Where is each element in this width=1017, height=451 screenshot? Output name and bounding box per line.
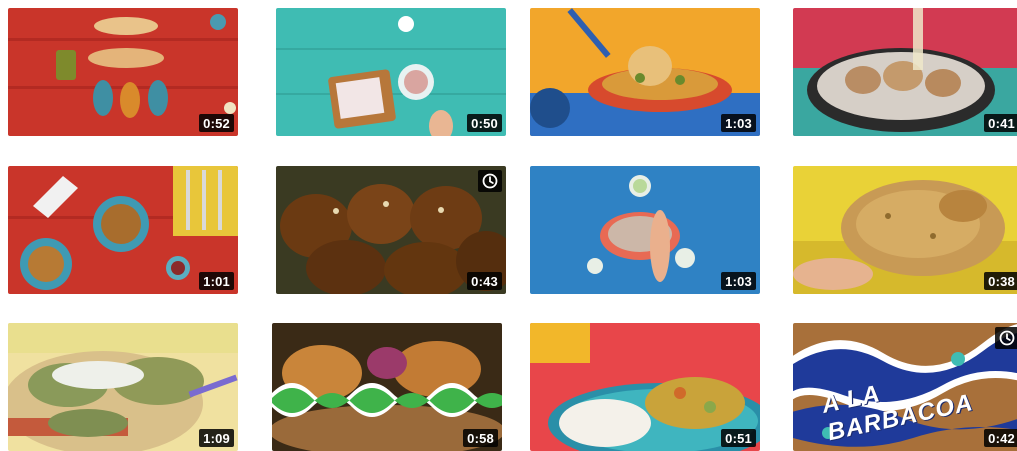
video-duration: 0:52 bbox=[199, 114, 234, 132]
video-thumbnail-grid: 0:52 0:50 1:03 0:41 1:01 0:43 1:03 0:38 … bbox=[0, 0, 1017, 451]
video-thumbnail-11[interactable]: 0:51 bbox=[530, 323, 760, 451]
video-duration: 0:42 bbox=[984, 429, 1017, 447]
video-duration: 1:03 bbox=[721, 272, 756, 290]
watch-later-button[interactable] bbox=[478, 170, 502, 192]
video-thumbnail-9[interactable]: 1:09 bbox=[8, 323, 238, 451]
video-thumbnail-12[interactable]: A LA BARBACOA 0:42 bbox=[793, 323, 1017, 451]
video-duration: 1:03 bbox=[721, 114, 756, 132]
video-duration: 0:51 bbox=[721, 429, 756, 447]
video-thumbnail-10[interactable]: 0:58 bbox=[272, 323, 502, 451]
video-duration: 1:09 bbox=[199, 429, 234, 447]
clock-icon bbox=[482, 173, 498, 189]
video-duration: 0:43 bbox=[467, 272, 502, 290]
video-thumbnail-1[interactable]: 0:52 bbox=[8, 8, 238, 136]
video-thumbnail-5[interactable]: 1:01 bbox=[8, 166, 238, 294]
video-thumbnail-4[interactable]: 0:41 bbox=[793, 8, 1017, 136]
video-thumbnail-2[interactable]: 0:50 bbox=[276, 8, 506, 136]
video-thumbnail-6[interactable]: 0:43 bbox=[276, 166, 506, 294]
video-duration: 0:58 bbox=[463, 429, 498, 447]
video-duration: 1:01 bbox=[199, 272, 234, 290]
clock-icon bbox=[999, 330, 1015, 346]
video-thumbnail-8[interactable]: 0:38 bbox=[793, 166, 1017, 294]
video-thumbnail-7[interactable]: 1:03 bbox=[530, 166, 760, 294]
video-duration: 0:38 bbox=[984, 272, 1017, 290]
video-duration: 0:50 bbox=[467, 114, 502, 132]
watch-later-button[interactable] bbox=[995, 327, 1017, 349]
video-duration: 0:41 bbox=[984, 114, 1017, 132]
video-thumbnail-3[interactable]: 1:03 bbox=[530, 8, 760, 136]
